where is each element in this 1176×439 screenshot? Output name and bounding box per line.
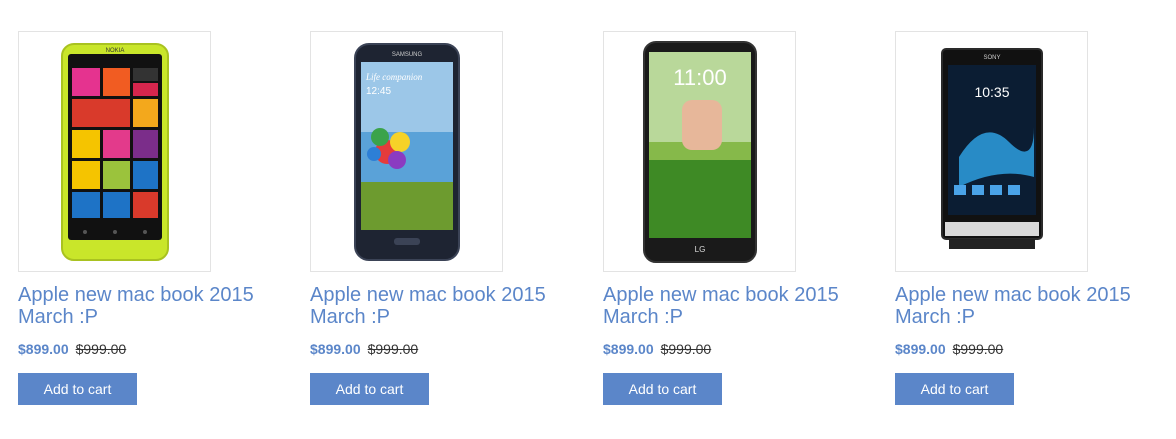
product-image[interactable]: 11:00 LG [603,31,796,272]
phone-brand-text: LG [694,245,705,254]
add-to-cart-button[interactable]: Add to cart [603,373,722,405]
product-card: NOKIA Apple new mac book 2015 March:P $… [18,31,268,405]
product-title-link[interactable]: Apple new mac book 2015 March :P [310,284,560,328]
sale-price: $899.00 [603,341,654,357]
product-image[interactable]: NOKIA [18,31,211,272]
sale-price: $899.00 [895,341,946,357]
add-to-cart-button[interactable]: Add to cart [18,373,137,405]
product-title-link[interactable]: Apple new mac book 2015 March :P [895,284,1145,328]
original-price: $999.00 [367,341,419,357]
phone-brand-text: SONY [983,55,1000,61]
sony-xperia-phone-icon: SONY 10:35 [940,47,1043,249]
phone-brand-text: SAMSUNG [391,52,422,58]
original-price: $999.00 [952,341,1004,357]
price-row: $899.00 $999.00 [310,341,560,357]
price-row: $899.00 $999.00 [895,341,1145,357]
sale-price: $899.00 [18,341,69,357]
screen-time-text: 11:00 [673,65,726,90]
lg-g2-phone-icon: 11:00 LG [642,40,757,263]
add-to-cart-button[interactable]: Add to cart [895,373,1014,405]
price-row: $899.00 $999.00 [18,341,268,357]
product-card: SAMSUNG Life companion 12:45 Apple new m… [310,31,560,405]
product-image[interactable]: SONY 10:35 [895,31,1088,272]
product-card: SONY 10:35 Apple new mac book 2015 March… [895,31,1145,405]
original-price: $999.00 [660,341,712,357]
original-price: $999.00 [75,341,127,357]
screen-time-text: 10:35 [974,84,1009,100]
product-card: 11:00 LG Apple new mac book 2015 March :… [603,31,853,405]
price-row: $899.00 $999.00 [603,341,853,357]
product-title-link[interactable]: Apple new mac book 2015 March :P [603,284,853,328]
samsung-galaxy-s4-phone-icon: SAMSUNG Life companion 12:45 [353,42,460,261]
screen-tagline-text: Life companion [365,72,423,82]
product-title-link[interactable]: Apple new mac book 2015 March :P [18,284,268,328]
add-to-cart-button[interactable]: Add to cart [310,373,429,405]
sale-price: $899.00 [310,341,361,357]
product-image[interactable]: SAMSUNG Life companion 12:45 [310,31,503,272]
yellow-nokia-lumia-phone-icon: NOKIA [60,42,169,261]
phone-brand-text: NOKIA [105,48,124,54]
screen-time-text: 12:45 [366,86,391,97]
